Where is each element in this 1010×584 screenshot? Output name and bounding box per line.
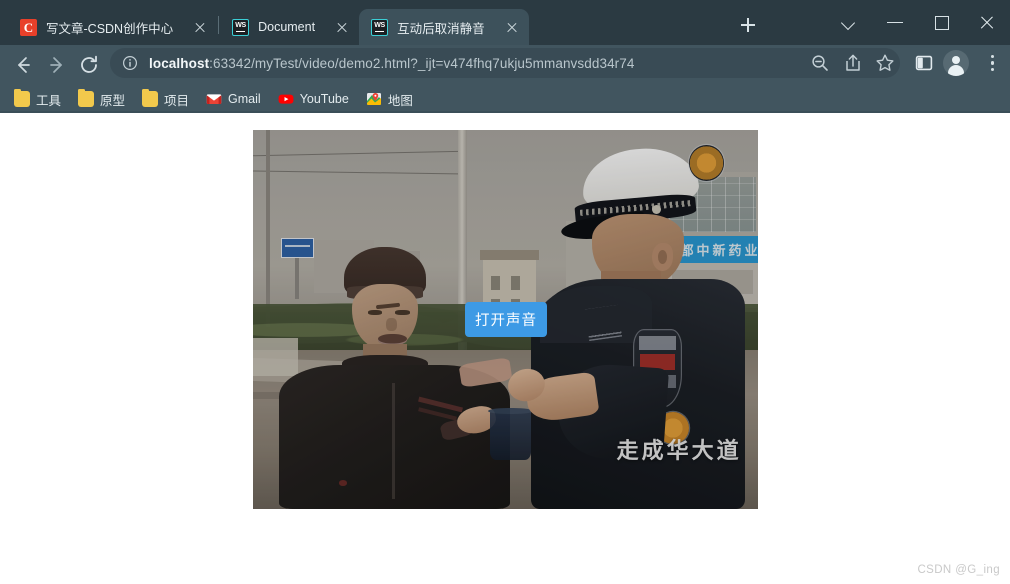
bookmark-label: Gmail [228, 92, 261, 106]
bookmark-label: YouTube [299, 92, 349, 106]
man-eye [367, 310, 383, 315]
bookmark-prototype[interactable]: 原型 [78, 88, 125, 110]
tab-title: 写文章-CSDN创作中心 [46, 21, 174, 36]
csdn-watermark: CSDN @G_ing [917, 564, 1000, 576]
folder-icon [142, 88, 159, 107]
tab-document[interactable]: WS Document [220, 9, 359, 45]
maximize-icon[interactable] [918, 0, 964, 45]
bookmark-label: 项目 [164, 93, 190, 108]
bookmark-label: 地图 [387, 93, 413, 108]
webstorm-icon: WS [232, 18, 250, 36]
bookmark-maps[interactable]: 地图 [366, 88, 413, 110]
site-info-icon[interactable] [122, 55, 138, 71]
back-button[interactable] [10, 52, 36, 78]
unmute-button[interactable]: 打开声音 [465, 302, 547, 337]
bookmark-gmail[interactable]: Gmail [206, 88, 261, 110]
bookmark-label: 工具 [36, 93, 62, 108]
maps-icon [366, 91, 382, 107]
folder-icon [14, 88, 30, 107]
webstorm-icon: WS [371, 18, 389, 36]
bookmark-label: 原型 [100, 93, 126, 108]
video-player[interactable]: 成都中新药业 走成华大道 打开声音 [253, 130, 758, 509]
tab-title: Document [258, 20, 316, 34]
bookmarks-bar: 工具 原型 项目 Gmail YouTube 地图 [0, 85, 1010, 113]
man-eye [395, 310, 410, 315]
avatar-head [952, 55, 960, 64]
close-icon[interactable] [331, 16, 353, 38]
side-panel-icon[interactable] [911, 50, 937, 76]
jacket-zipper [391, 383, 395, 499]
officer-ear [651, 242, 673, 272]
close-icon[interactable] [189, 16, 211, 38]
zoom-out-icon[interactable] [807, 50, 833, 76]
new-tab-button[interactable] [735, 12, 761, 38]
csdn-icon: C [20, 18, 37, 36]
minimize-icon[interactable] [872, 0, 918, 45]
reload-button[interactable] [76, 52, 102, 78]
close-icon[interactable] [501, 16, 523, 38]
profile-avatar[interactable] [943, 50, 969, 76]
uniform-chest-text [584, 305, 622, 342]
url-path: :63342/myTest/video/demo2.html?_ijt=v474… [209, 55, 635, 71]
bookmark-projects[interactable]: 项目 [142, 88, 189, 110]
tab-list: C 写文章-CSDN创作中心 WS Document WS 互动后取消静音 [8, 5, 529, 45]
tab-title: 互动后取消静音 [397, 21, 485, 36]
gmail-icon [206, 91, 222, 107]
youtube-icon [278, 91, 294, 107]
bookmark-tools[interactable]: 工具 [14, 88, 61, 110]
folder-icon [78, 88, 95, 107]
bookmark-star-icon[interactable] [872, 50, 898, 76]
tab-csdn[interactable]: C 写文章-CSDN创作中心 [8, 9, 217, 45]
bookmark-youtube[interactable]: YouTube [278, 88, 349, 110]
address-bar[interactable]: localhost:63342/myTest/video/demo2.html?… [110, 48, 900, 78]
chrome-menu-icon[interactable] [982, 50, 1002, 76]
url-text: localhost:63342/myTest/video/demo2.html?… [149, 56, 635, 71]
video-watermark-text: 走成华大道 [616, 438, 742, 464]
url-host: localhost [149, 55, 210, 71]
share-icon[interactable] [840, 50, 866, 76]
man-nose [386, 318, 397, 332]
uniform-shoulder-emblem [689, 145, 724, 182]
tab-strip: C 写文章-CSDN创作中心 WS Document WS 互动后取消静音 [0, 0, 1010, 45]
man-mouth [378, 333, 408, 345]
tab-separator [218, 16, 220, 34]
avatar-body [948, 65, 964, 76]
forward-button[interactable] [44, 52, 70, 78]
tab-active-mute-demo[interactable]: WS 互动后取消静音 [359, 9, 529, 45]
browser-window: C 写文章-CSDN创作中心 WS Document WS 互动后取消静音 lo… [0, 0, 1010, 584]
close-window-icon[interactable] [964, 0, 1010, 45]
page-content: 成都中新药业 走成华大道 打开声音 CSDN @G_ing [0, 113, 1010, 584]
blue-bin [487, 407, 534, 460]
browser-chrome: C 写文章-CSDN创作中心 WS Document WS 互动后取消静音 lo… [0, 0, 1010, 113]
window-controls [826, 0, 1010, 45]
chevron-down-icon[interactable] [826, 0, 872, 45]
